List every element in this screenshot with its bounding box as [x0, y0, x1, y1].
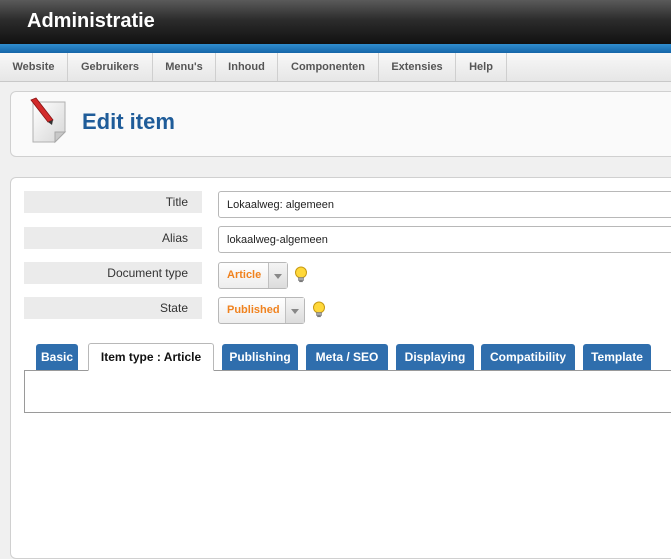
tab-displaying[interactable]: Displaying	[396, 344, 474, 370]
header-accent-strip	[0, 44, 671, 53]
tab-content-pane	[24, 370, 671, 413]
menu-gebruikers[interactable]: Gebruikers	[68, 53, 153, 81]
menu-help[interactable]: Help	[456, 53, 507, 81]
state-value: Published	[227, 304, 280, 316]
menu-menus[interactable]: Menu's	[153, 53, 216, 81]
chevron-down-icon[interactable]	[268, 263, 287, 288]
alias-field[interactable]: lokaalweg-algemeen	[218, 226, 671, 253]
tab-meta-seo[interactable]: Meta / SEO	[306, 344, 388, 370]
tab-template[interactable]: Template	[583, 344, 651, 370]
toolbar-panel: Edit item	[10, 91, 671, 157]
edit-form-panel: Title Lokaalweg: algemeen Alias lokaalwe…	[10, 177, 671, 559]
tab-item-type[interactable]: Item type : Article	[88, 343, 214, 371]
menu-componenten[interactable]: Componenten	[278, 53, 379, 81]
tab-basic[interactable]: Basic	[36, 344, 78, 370]
main-menu: Website Gebruikers Menu's Inhoud Compone…	[0, 53, 671, 82]
page-title: Edit item	[82, 109, 175, 134]
app-title: Administratie	[27, 10, 155, 32]
tab-compatibility[interactable]: Compatibility	[481, 344, 575, 370]
lightbulb-icon[interactable]	[312, 301, 326, 319]
app-header: Administratie	[0, 0, 671, 44]
document-type-select[interactable]: Article	[218, 262, 288, 289]
state-label: State	[24, 297, 202, 319]
edit-page-icon	[25, 96, 73, 148]
state-select[interactable]: Published	[218, 297, 305, 324]
menu-extensies[interactable]: Extensies	[379, 53, 456, 81]
chevron-down-icon[interactable]	[285, 298, 304, 323]
title-label: Title	[24, 191, 202, 213]
document-type-value: Article	[227, 269, 262, 281]
document-type-label: Document type	[24, 262, 202, 284]
title-field[interactable]: Lokaalweg: algemeen	[218, 191, 671, 218]
lightbulb-icon[interactable]	[294, 266, 308, 284]
menu-website[interactable]: Website	[0, 53, 68, 81]
menu-inhoud[interactable]: Inhoud	[216, 53, 278, 81]
tab-publishing[interactable]: Publishing	[222, 344, 298, 370]
alias-label: Alias	[24, 227, 202, 249]
